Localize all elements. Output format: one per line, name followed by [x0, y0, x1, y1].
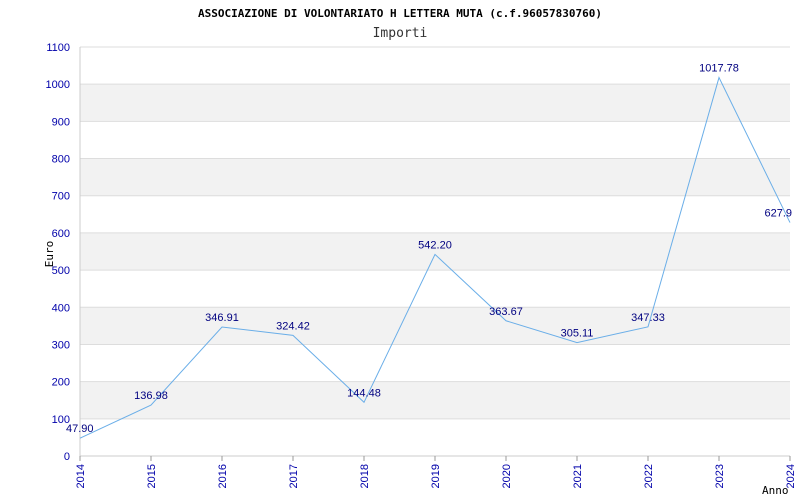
grid-band	[80, 84, 790, 122]
x-tick-label: 2018	[359, 464, 371, 488]
line-chart: 010020030040050060070080090010001100 201…	[43, 7, 797, 497]
x-tick-label: 2019	[430, 464, 442, 488]
x-tick-label: 2014	[75, 464, 87, 488]
grid-band	[80, 121, 790, 159]
y-tick-label: 900	[52, 116, 70, 128]
chart-subtitle: Importi	[373, 26, 428, 41]
data-label: 347.33	[631, 312, 665, 324]
grid-band	[80, 418, 790, 456]
grid-bands	[80, 46, 790, 457]
y-tick-label: 800	[52, 154, 70, 166]
data-label: 47.90	[66, 423, 94, 435]
data-label: 305.11	[561, 328, 594, 340]
y-tick-label: 200	[52, 377, 70, 389]
data-label: 363.67	[489, 306, 523, 318]
data-label: 542.20	[418, 239, 452, 251]
x-axis-label: Anno	[762, 484, 789, 497]
chart-title: ASSOCIAZIONE DI VOLONTARIATO H LETTERA M…	[198, 7, 602, 20]
x-tick-label: 2023	[714, 464, 726, 488]
x-tick-label: 2021	[572, 464, 584, 488]
y-axis-label: Euro	[43, 241, 56, 268]
y-tick-label: 600	[52, 228, 70, 240]
grid-band	[80, 270, 790, 308]
x-tick-label: 2015	[146, 464, 158, 488]
data-label: 1017.78	[699, 63, 739, 75]
y-tick-label: 400	[52, 302, 70, 314]
grid-band	[80, 307, 790, 345]
grid-band	[80, 381, 790, 419]
x-tick-label: 2020	[501, 464, 513, 488]
grid-band	[80, 344, 790, 382]
x-tick-label: 2016	[217, 464, 229, 488]
x-tick-labels: 2014 2015 2016 2017 2018 2019 2020 2021 2022 2023…	[75, 464, 797, 488]
y-tick-label: 1000	[46, 79, 70, 91]
x-tick-label: 2017	[288, 464, 300, 488]
y-tick-label: 0	[64, 451, 70, 463]
x-tick-label: 2022	[643, 464, 655, 488]
data-label: 144.48	[347, 387, 381, 399]
y-tick-label: 1100	[46, 42, 70, 54]
data-label: 627.9	[764, 208, 792, 220]
data-label: 346.91	[205, 312, 239, 324]
y-tick-label: 300	[52, 339, 70, 351]
data-label: 324.42	[276, 320, 310, 332]
data-label: 136.98	[134, 390, 168, 402]
grid-band	[80, 158, 790, 196]
grid-band	[80, 47, 790, 85]
y-tick-label: 700	[52, 191, 70, 203]
